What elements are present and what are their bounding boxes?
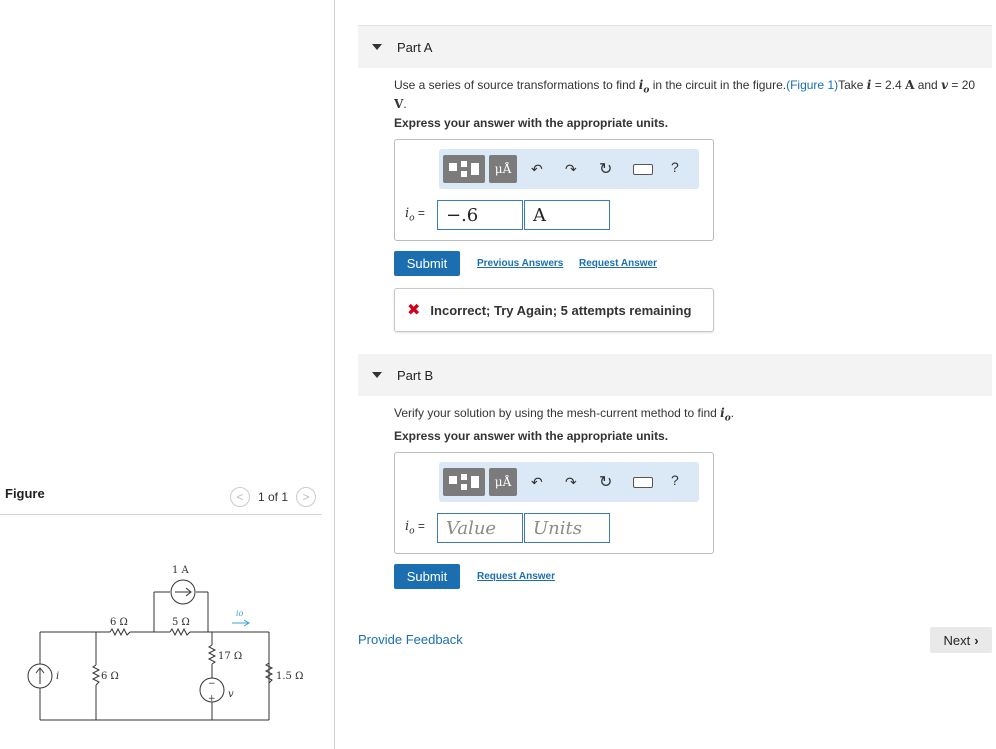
label-r-middle-shunt: 17 Ω (218, 651, 242, 662)
part-b-unit-input[interactable]: Units (524, 513, 610, 543)
label-r-middle-series: 5 Ω (172, 617, 190, 628)
part-b-answer-label: io = (405, 519, 425, 537)
label-minus: − (208, 679, 216, 689)
chevron-left-icon[interactable]: < (230, 487, 250, 507)
collapse-triangle-icon[interactable] (372, 372, 382, 378)
redo-icon[interactable]: ↷ (565, 472, 577, 492)
redo-icon[interactable]: ↷ (565, 159, 577, 179)
part-b-header[interactable]: Part B (358, 354, 992, 396)
part-a-unit-input[interactable]: A (524, 200, 610, 230)
panel-divider (334, 0, 335, 749)
circuit-diagram: 1 A 6 Ω 5 Ω 6 Ω 17 Ω 1.5 Ω i v − + io (27, 565, 303, 721)
part-a-submit-button[interactable]: Submit (394, 251, 460, 276)
part-b-submit-button[interactable]: Submit (394, 564, 460, 589)
figure-count: 1 of 1 (258, 490, 289, 504)
part-a-label: Part A (397, 39, 433, 55)
label-source-i: i (56, 671, 59, 682)
label-r-right: 1.5 Ω (276, 671, 303, 682)
help-button[interactable]: ? (671, 159, 679, 175)
units-button[interactable]: μÅ (489, 155, 517, 183)
part-b-value-input[interactable]: Value (437, 513, 523, 543)
undo-icon[interactable]: ↶ (531, 159, 543, 179)
chevron-right-icon: › (974, 632, 979, 648)
feedback-message: Incorrect; Try Again; 5 attempts remaini… (430, 302, 692, 318)
figure-divider (0, 514, 322, 515)
part-a-feedback: ✖ Incorrect; Try Again; 5 attempts remai… (394, 288, 714, 332)
error-x-icon: ✖ (407, 302, 421, 319)
label-r-left-series: 6 Ω (110, 617, 128, 628)
templates-icon[interactable] (443, 468, 485, 496)
math-toolbar: μÅ ↶ ↷ ↻ ? (439, 462, 699, 502)
part-b-request-answer-link[interactable]: Request Answer (477, 571, 555, 582)
part-a-header[interactable]: Part A (358, 26, 992, 68)
label-io: io (236, 609, 244, 618)
figure-panel: Figure < 1 of 1 > 1 A 6 Ω 5 Ω 6 Ω 17 Ω 1… (0, 0, 334, 749)
label-r-left-shunt: 6 Ω (101, 671, 119, 682)
templates-icon[interactable] (443, 155, 485, 183)
reset-icon[interactable]: ↻ (599, 472, 612, 492)
label-1a: 1 A (172, 565, 190, 576)
label-source-v: v (228, 689, 234, 700)
part-a-answer-label: io = (405, 206, 425, 224)
provide-feedback-link[interactable]: Provide Feedback (358, 632, 463, 647)
label-plus: + (208, 694, 216, 704)
undo-icon[interactable]: ↶ (531, 472, 543, 492)
math-toolbar: μÅ ↶ ↷ ↻ ? (439, 149, 699, 189)
part-a-answer-box: μÅ ↶ ↷ ↻ ? io = −.6 A (394, 139, 714, 241)
figure-pager: < 1 of 1 > (230, 486, 317, 508)
part-b-instructions: Express your answer with the appropriate… (394, 429, 669, 443)
previous-answers-link[interactable]: Previous Answers (477, 258, 563, 269)
units-button[interactable]: μÅ (489, 468, 517, 496)
keyboard-icon[interactable] (633, 477, 653, 488)
part-a-instructions: Express your answer with the appropriate… (394, 116, 669, 130)
part-a-request-answer-link[interactable]: Request Answer (579, 258, 657, 269)
chevron-right-icon[interactable]: > (296, 487, 317, 507)
figure-title: Figure (5, 486, 45, 501)
help-button[interactable]: ? (671, 472, 679, 488)
part-b-question: Verify your solution by using the mesh-c… (394, 406, 735, 424)
part-a-value-input[interactable]: −.6 (437, 200, 523, 230)
part-a-question: Use a series of source transformations t… (394, 78, 976, 112)
keyboard-icon[interactable] (633, 164, 653, 175)
collapse-triangle-icon[interactable] (372, 44, 382, 50)
figure-link[interactable]: (Figure 1) (786, 78, 838, 92)
reset-icon[interactable]: ↻ (599, 159, 612, 179)
next-button[interactable]: Next › (930, 627, 992, 653)
part-b-answer-box: μÅ ↶ ↷ ↻ ? io = Value Units (394, 452, 714, 554)
part-b-label: Part B (397, 367, 434, 383)
